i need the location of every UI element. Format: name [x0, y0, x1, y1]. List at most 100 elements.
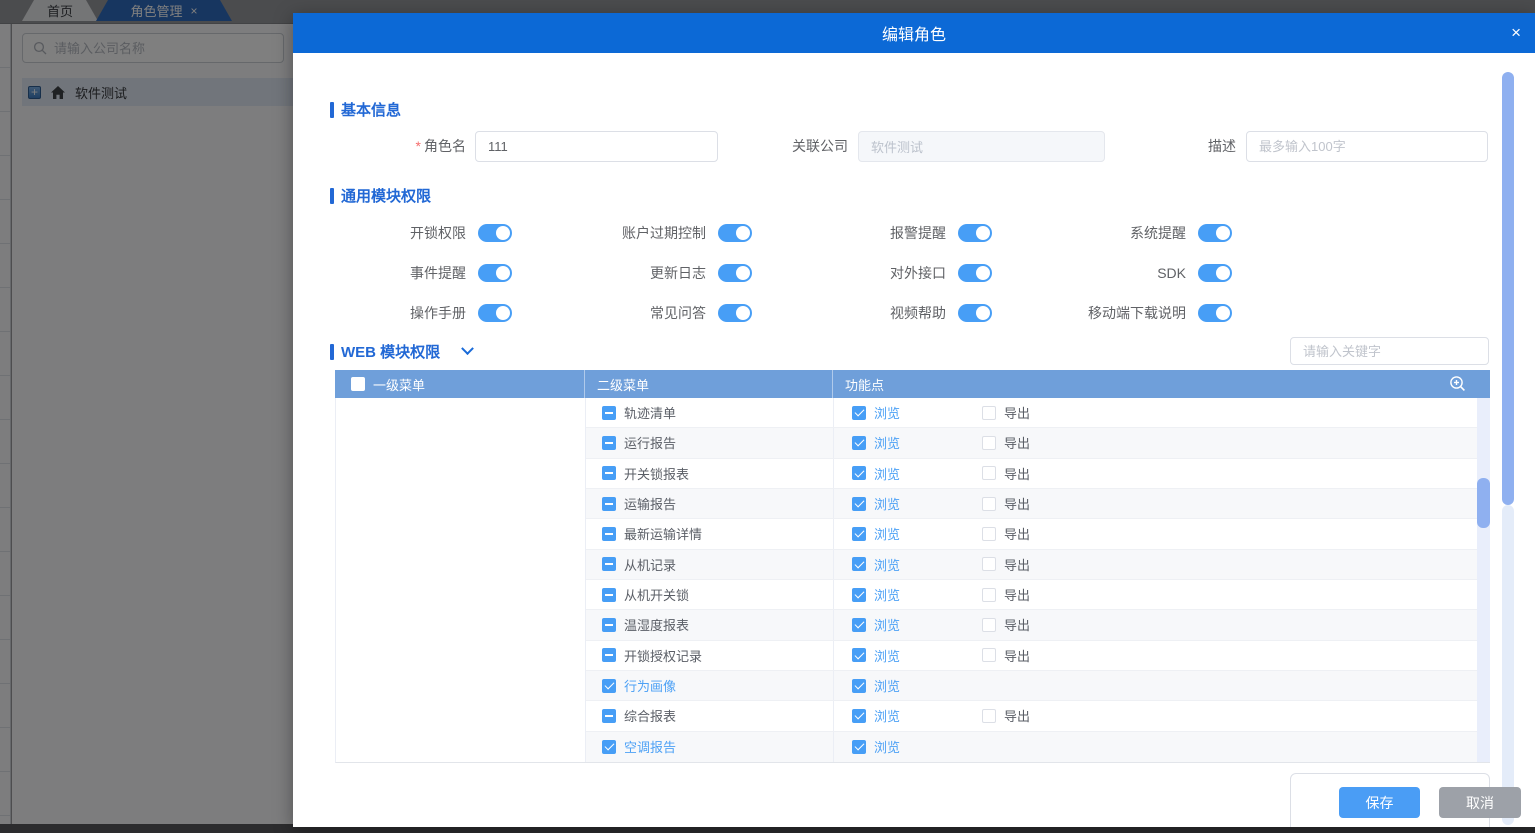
menu-checkbox[interactable] — [602, 466, 616, 481]
feature-label: 浏览 — [874, 709, 901, 725]
chevron-down-icon[interactable] — [461, 342, 475, 356]
table-row: 行为画像 浏览 — [586, 670, 1490, 702]
feature-checkbox[interactable] — [852, 466, 866, 481]
role-name-input[interactable] — [475, 131, 718, 162]
menu-checkbox[interactable] — [602, 648, 616, 663]
feature-checkbox[interactable] — [982, 617, 996, 632]
toggle-label: 账户过期控制 — [622, 225, 706, 241]
company-input — [858, 131, 1105, 162]
menu-checkbox[interactable] — [602, 435, 616, 450]
feature-item: 导出 — [982, 464, 1030, 483]
modal-close-icon[interactable]: × — [1511, 13, 1521, 53]
modal-title: 编辑角色 — [881, 27, 946, 44]
menu-checkbox[interactable] — [602, 557, 616, 572]
toggle-switch[interactable] — [1198, 224, 1232, 242]
feature-checkbox[interactable] — [852, 648, 866, 663]
feature-label: 浏览 — [874, 436, 901, 452]
column-title: 功能点 — [845, 377, 885, 393]
column-title: 二级菜单 — [597, 377, 650, 393]
toggle-label: 对外接口 — [890, 265, 946, 281]
feature-checkbox[interactable] — [852, 557, 866, 572]
feature-checkbox[interactable] — [982, 405, 996, 420]
menu-label: 从机开关锁 — [624, 588, 690, 604]
feature-checkbox[interactable] — [982, 708, 996, 723]
toggle-knob — [736, 226, 750, 240]
toggle-switch[interactable] — [958, 264, 992, 282]
feature-checkbox[interactable] — [852, 526, 866, 541]
select-all-checkbox[interactable] — [351, 377, 365, 391]
menu-cell: 从机记录 — [586, 549, 834, 579]
feature-checkbox[interactable] — [982, 466, 996, 481]
save-button[interactable]: 保存 — [1339, 787, 1420, 818]
feature-checkbox[interactable] — [982, 587, 996, 602]
menu-checkbox[interactable] — [602, 678, 616, 693]
feature-checkbox[interactable] — [982, 557, 996, 572]
feature-checkbox[interactable] — [852, 405, 866, 420]
feature-item: 浏览 — [852, 494, 982, 513]
toggle-switch[interactable] — [718, 224, 752, 242]
feature-checkbox[interactable] — [982, 435, 996, 450]
feature-item: 浏览 — [852, 464, 982, 483]
menu-checkbox[interactable] — [602, 496, 616, 511]
menu-checkbox[interactable] — [602, 405, 616, 420]
section-basic-info: 基本信息 — [330, 99, 401, 120]
feature-item: 浏览 — [852, 615, 982, 634]
zoom-in-icon[interactable] — [1449, 375, 1466, 392]
keyword-search-input[interactable] — [1290, 337, 1489, 365]
features-cell: 浏览 导出 — [834, 519, 1490, 548]
menu-label: 从机记录 — [624, 557, 677, 573]
feature-item: 导出 — [982, 524, 1030, 543]
feature-label: 导出 — [1004, 466, 1031, 482]
toggle-switch[interactable] — [1198, 264, 1232, 282]
toggle-switch[interactable] — [478, 264, 512, 282]
table-row: 综合报表 浏览 导出 — [586, 701, 1490, 732]
menu-checkbox[interactable] — [602, 587, 616, 602]
header-cell-level1: 一级菜单 — [335, 370, 585, 398]
toggle-label: 事件提醒 — [410, 265, 466, 281]
feature-checkbox[interactable] — [852, 496, 866, 511]
table-rows: 轨迹清单 浏览 导出 运行报告 浏览 导出 开关锁报表 浏览 导出 运输报告 浏览 导出 最新运输详情浏… — [586, 398, 1490, 762]
menu-label: 温湿度报表 — [624, 618, 690, 634]
feature-checkbox[interactable] — [852, 739, 866, 754]
feature-checkbox[interactable] — [852, 708, 866, 723]
menu-cell: 运输报告 — [586, 488, 834, 519]
menu-checkbox[interactable] — [602, 739, 616, 754]
feature-checkbox[interactable] — [852, 587, 866, 602]
toggle-switch[interactable] — [478, 304, 512, 322]
menu-checkbox[interactable] — [602, 617, 616, 632]
feature-checkbox[interactable] — [982, 648, 996, 663]
table-scrollbar-thumb[interactable] — [1477, 478, 1490, 528]
feature-item: 浏览 — [852, 403, 982, 422]
toggle-switch[interactable] — [718, 264, 752, 282]
toggle-switch[interactable] — [1198, 304, 1232, 322]
toggle-knob — [976, 306, 990, 320]
feature-checkbox[interactable] — [852, 617, 866, 632]
permissions-table: 一级菜单 二级菜单 功能点 轨迹清单 浏览 导出 运行报告 浏览 导出 开关锁报表 浏览 导出运… — [335, 370, 1490, 763]
feature-checkbox[interactable] — [982, 526, 996, 541]
toggle-switch[interactable] — [958, 224, 992, 242]
menu-cell: 开锁授权记录 — [586, 640, 834, 670]
feature-checkbox[interactable] — [852, 435, 866, 450]
feature-checkbox[interactable] — [982, 496, 996, 511]
toggle-label: 常见问答 — [650, 305, 706, 321]
feature-item: 导出 — [982, 494, 1030, 513]
feature-checkbox[interactable] — [852, 678, 866, 693]
toggle-cell: 常见问答 — [512, 293, 752, 333]
feature-item: 导出 — [982, 615, 1030, 634]
menu-label: 空调报告 — [624, 740, 677, 756]
features-cell: 浏览 导出 — [834, 459, 1490, 488]
toggle-switch[interactable] — [718, 304, 752, 322]
toggle-label: 移动端下载说明 — [1088, 305, 1186, 321]
cancel-button[interactable]: 取消 — [1439, 787, 1521, 818]
features-cell: 浏览 导出 — [834, 398, 1490, 427]
feature-label: 浏览 — [874, 557, 901, 573]
toggle-grid: 开锁权限 账户过期控制 报警提醒 系统提醒 事件提醒 更新日志 对外接口 SDK 操作手册 常见问… — [293, 213, 1232, 333]
feature-label: 浏览 — [874, 588, 901, 604]
description-input[interactable] — [1246, 131, 1488, 162]
modal-scrollbar-thumb[interactable] — [1502, 72, 1514, 505]
menu-checkbox[interactable] — [602, 526, 616, 541]
menu-checkbox[interactable] — [602, 708, 616, 723]
toggle-label: SDK — [1157, 265, 1186, 281]
toggle-switch[interactable] — [958, 304, 992, 322]
toggle-switch[interactable] — [478, 224, 512, 242]
